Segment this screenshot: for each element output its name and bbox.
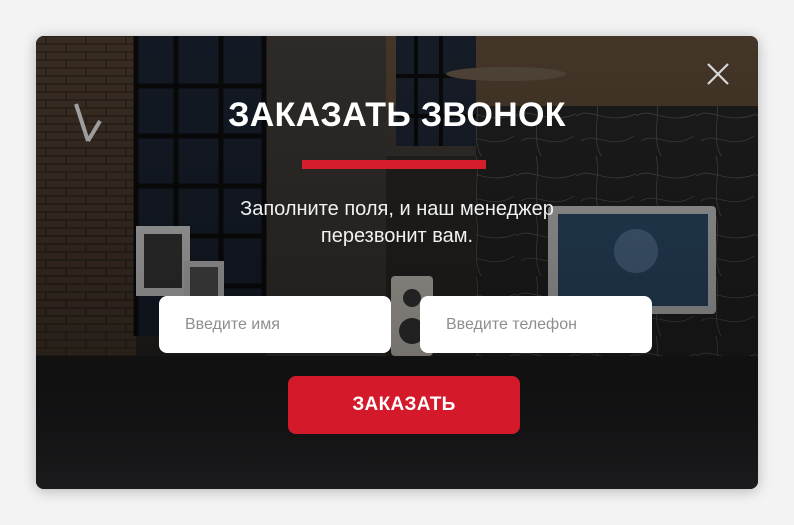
title-divider bbox=[302, 160, 486, 169]
close-button[interactable] bbox=[704, 60, 732, 88]
close-icon bbox=[707, 63, 729, 85]
phone-input[interactable] bbox=[420, 296, 652, 353]
name-input[interactable] bbox=[159, 296, 391, 353]
modal-subtitle: Заполните поля, и наш менеджер перезвони… bbox=[240, 198, 554, 247]
order-button[interactable]: ЗАКАЗАТЬ bbox=[288, 376, 520, 434]
callback-modal: ЗАКАЗАТЬ ЗВОНОК Заполните поля, и наш ме… bbox=[36, 36, 758, 489]
modal-title: ЗАКАЗАТЬ ЗВОНОК bbox=[228, 96, 566, 134]
